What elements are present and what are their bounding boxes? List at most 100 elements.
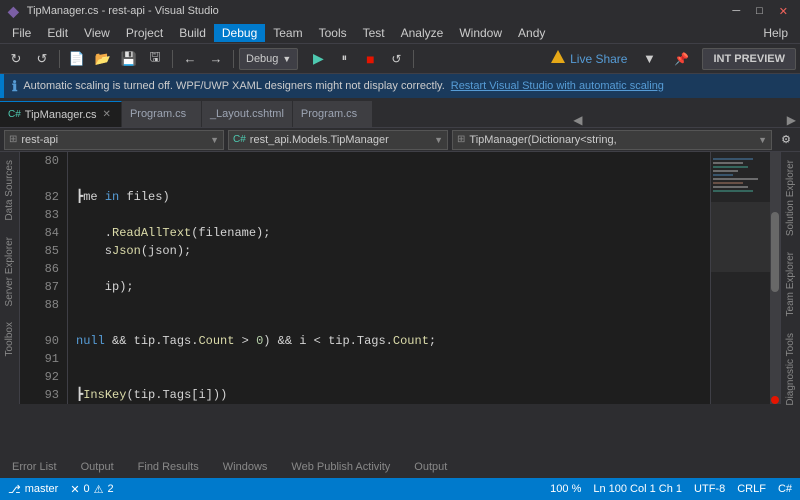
menu-tools[interactable]: Tools — [311, 24, 355, 42]
tab-scroll-right[interactable]: ▶ — [783, 113, 800, 127]
scrollbar-thumb[interactable] — [771, 212, 779, 292]
tab-scroll-left[interactable]: ◀ — [569, 113, 586, 127]
error-count: 0 — [84, 483, 90, 495]
bottom-tab-windows[interactable]: Windows — [219, 459, 272, 475]
project-nav-dropdown[interactable]: ⊞ rest-api ▼ — [4, 130, 224, 150]
minimap-content — [711, 152, 770, 198]
menu-view[interactable]: View — [76, 24, 118, 42]
code-line-85: sJson(json); — [76, 242, 702, 260]
class-nav-dropdown[interactable]: C# rest_api.Models.TipManager ▼ — [228, 130, 448, 150]
new-file-button[interactable]: 📄 — [65, 47, 89, 71]
branch-icon: ⎇ — [8, 483, 21, 496]
toolbar-separator-4 — [413, 50, 414, 68]
cursor-position: Ln 100 Col 1 Ch 1 — [593, 483, 682, 495]
status-encoding[interactable]: UTF-8 — [694, 483, 725, 495]
info-bar: ℹ Automatic scaling is turned off. WPF/U… — [0, 74, 800, 98]
zoom-label: 100 % — [550, 483, 581, 495]
side-tab-datasources[interactable]: Data Sources — [2, 152, 17, 229]
live-share-options-button[interactable]: ▼ — [638, 48, 660, 70]
side-tab-team-explorer[interactable]: Team Explorer — [783, 244, 798, 324]
code-content[interactable]: ┣me in files) .ReadAllText(filename); sJ… — [68, 152, 710, 404]
stop-button[interactable]: ■ — [358, 47, 382, 71]
menu-test[interactable]: Test — [355, 24, 393, 42]
menu-analyze[interactable]: Analyze — [393, 24, 452, 42]
code-line-84: .ReadAllText(filename); — [76, 224, 702, 242]
bottom-tab-webpublish[interactable]: Web Publish Activity — [287, 459, 394, 475]
bottom-tab-errorlist[interactable]: Error List — [8, 459, 61, 475]
status-cursor[interactable]: Ln 100 Col 1 Ch 1 — [593, 483, 682, 495]
nav-class-arrow: ▼ — [434, 135, 443, 145]
nav-class-icon: C# — [233, 134, 246, 145]
back-button[interactable]: ← — [178, 47, 202, 71]
undo-button[interactable]: ↻ — [4, 47, 28, 71]
restart-button[interactable]: ↺ — [384, 47, 408, 71]
info-message: Automatic scaling is turned off. WPF/UWP… — [23, 80, 444, 92]
help-menu[interactable]: Help — [755, 24, 796, 42]
forward-button[interactable]: → — [204, 47, 228, 71]
save-button[interactable]: 💾 — [117, 47, 141, 71]
status-language[interactable]: C# — [778, 483, 792, 495]
int-preview-button[interactable]: INT PREVIEW — [702, 48, 796, 70]
nav-member-icon: ⊞ — [457, 134, 465, 145]
start-debug-button[interactable]: ▶ — [306, 47, 330, 71]
live-share-button[interactable]: Live Share — [541, 46, 636, 71]
code-line-89 — [76, 314, 702, 332]
error-icon: ✕ — [70, 483, 79, 496]
menu-build[interactable]: Build — [171, 24, 214, 42]
close-button[interactable]: ✕ — [775, 5, 792, 18]
status-errors[interactable]: ✕ 0 ⚠ 2 — [70, 483, 113, 496]
bottom-tab-output2[interactable]: Output — [410, 459, 451, 475]
status-lineending[interactable]: CRLF — [737, 483, 766, 495]
bottom-tab-findresults[interactable]: Find Results — [134, 459, 203, 475]
toolbar-separator-3 — [233, 50, 234, 68]
status-branch[interactable]: ⎇ master — [8, 483, 58, 496]
menu-edit[interactable]: Edit — [39, 24, 76, 42]
minimize-button[interactable]: ─ — [728, 5, 744, 18]
pause-button[interactable]: ⏸ — [332, 47, 356, 71]
save-all-button[interactable]: 🖫 — [143, 47, 167, 71]
tab-program2[interactable]: Program.cs — [293, 101, 373, 127]
menu-debug[interactable]: Debug — [214, 24, 265, 42]
debug-config-dropdown[interactable]: Debug ▼ — [239, 48, 298, 70]
title-bar-controls: ─ □ ✕ — [728, 5, 792, 18]
nav-settings-button[interactable]: ⚙ — [776, 130, 796, 150]
maximize-button[interactable]: □ — [752, 5, 767, 18]
menu-window[interactable]: Window — [451, 24, 510, 42]
redo-button[interactable]: ↺ — [30, 47, 54, 71]
side-tab-diagnostic-tools[interactable]: Diagnostic Tools — [783, 325, 798, 414]
bottom-tab-output[interactable]: Output — [77, 459, 118, 475]
open-file-button[interactable]: 📂 — [91, 47, 115, 71]
code-line-93: ┣InsKey(tip.Tags[i])) — [76, 386, 702, 404]
code-line-87: ip); — [76, 278, 702, 296]
nav-class-label: rest_api.Models.TipManager — [250, 134, 389, 146]
code-line-90: null && tip.Tags.Count > 0) && i < tip.T… — [76, 332, 702, 350]
side-tab-toolbox[interactable]: Toolbox — [2, 314, 17, 364]
int-preview-label: INT PREVIEW — [713, 53, 785, 65]
restart-link[interactable]: Restart Visual Studio with automatic sca… — [451, 80, 664, 92]
breakpoint-indicator — [771, 396, 779, 404]
pin-button[interactable]: 📌 — [670, 48, 692, 70]
nav-member-label: TipManager(Dictionary<string, — [469, 134, 616, 146]
member-nav-dropdown[interactable]: ⊞ TipManager(Dictionary<string, ▼ — [452, 130, 772, 150]
menu-project[interactable]: Project — [118, 24, 171, 42]
tab-tipmanager-close[interactable]: ✕ — [101, 108, 113, 121]
code-line-86 — [76, 260, 702, 278]
tab-tipmanager-icon: C# — [8, 109, 21, 120]
side-tab-solution-explorer[interactable]: Solution Explorer — [783, 152, 798, 244]
tab-layout[interactable]: _Layout.cshtml — [202, 101, 293, 127]
side-tabs-right: Solution Explorer Team Explorer Diagnost… — [780, 152, 800, 404]
live-share-label: Live Share — [570, 52, 627, 66]
status-zoom[interactable]: 100 % — [550, 483, 581, 495]
tab-tipmanager[interactable]: C# TipManager.cs ✕ — [0, 101, 122, 127]
vertical-scrollbar[interactable] — [770, 152, 780, 404]
code-line-88 — [76, 296, 702, 314]
menu-user[interactable]: Andy — [510, 24, 553, 42]
live-share-icon — [550, 49, 566, 68]
tab-program1[interactable]: Program.cs — [122, 101, 202, 127]
code-line-80 — [76, 152, 702, 170]
side-tab-serverexplorer[interactable]: Server Explorer — [2, 229, 17, 314]
menu-file[interactable]: File — [4, 24, 39, 42]
nav-bar: ⊞ rest-api ▼ C# rest_api.Models.TipManag… — [0, 128, 800, 152]
main-area: Data Sources Server Explorer Toolbox 80 … — [0, 152, 800, 404]
menu-team[interactable]: Team — [265, 24, 310, 42]
